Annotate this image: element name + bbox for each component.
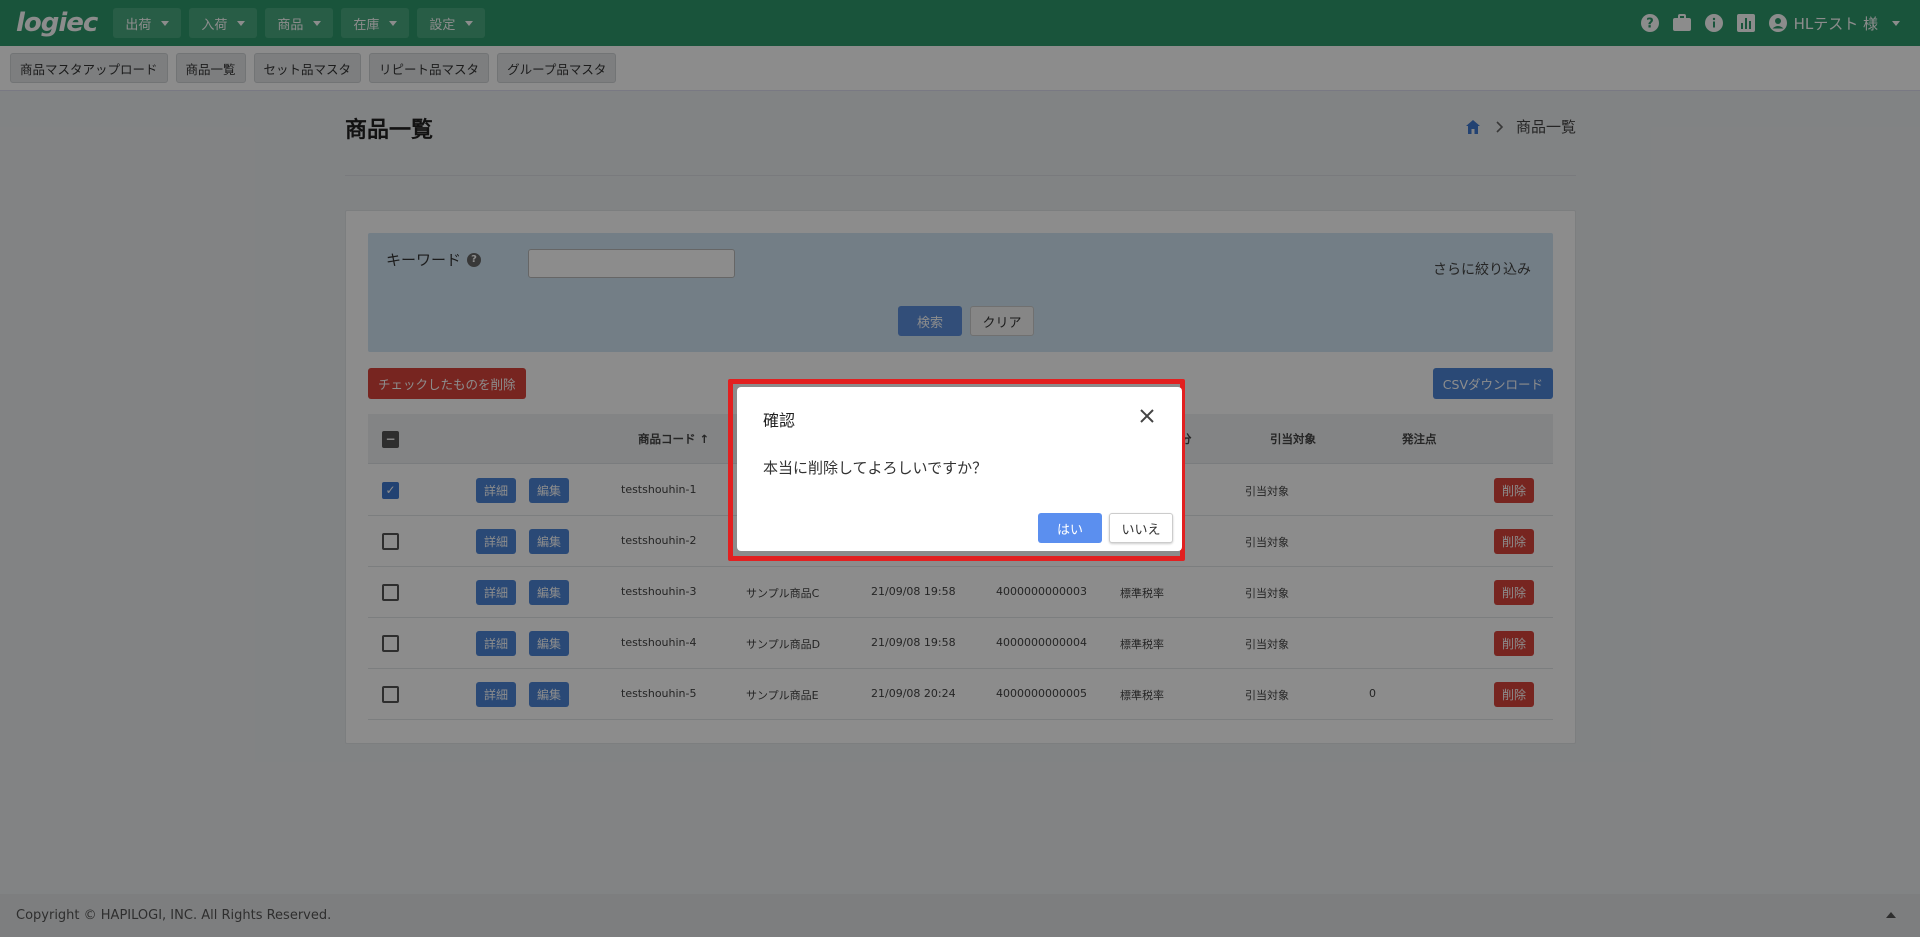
close-icon[interactable] [1136, 405, 1158, 427]
confirm-dialog: 確認 本当に削除してよろしいですか？ はい いいえ [737, 387, 1182, 551]
no-button[interactable]: いいえ [1109, 513, 1173, 543]
yes-button[interactable]: はい [1038, 513, 1102, 543]
dialog-message: 本当に削除してよろしいですか？ [763, 459, 988, 477]
dialog-title: 確認 [763, 411, 796, 430]
